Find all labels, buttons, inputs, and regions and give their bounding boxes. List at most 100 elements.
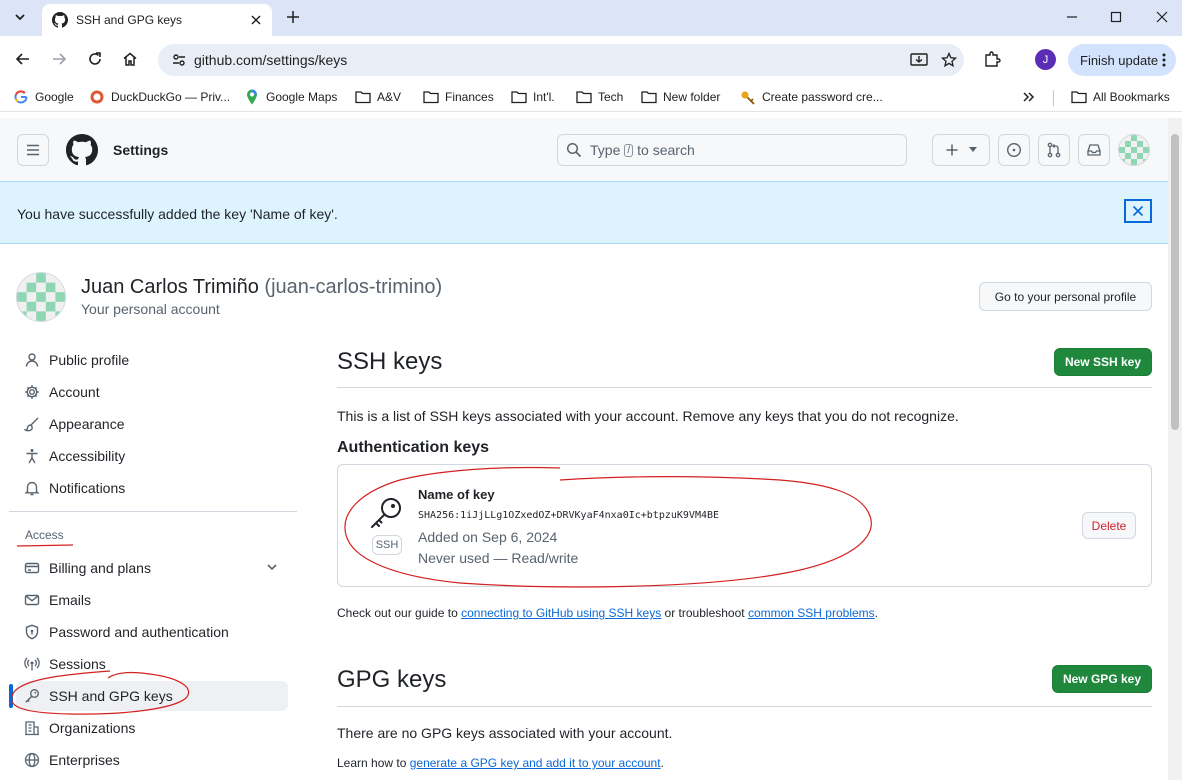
page-scrollbar[interactable] [1168, 118, 1182, 780]
bell-icon [24, 480, 40, 496]
url-text: github.com/settings/keys [194, 52, 348, 68]
bookmark-folder-av[interactable]: A&V [355, 88, 401, 106]
extensions-puzzle-icon[interactable] [980, 47, 1004, 71]
gpg-learn-text: Learn how to generate a GPG key and add … [337, 756, 664, 770]
bookmark-create-password[interactable]: Create password cre... [740, 88, 883, 106]
search-icon [566, 142, 582, 158]
key-title: Name of key [418, 487, 495, 502]
all-bookmarks[interactable]: All Bookmarks [1071, 88, 1170, 106]
sidebar-item-enterprises[interactable]: Enterprises [16, 745, 288, 775]
bookmark-star-icon[interactable] [934, 48, 964, 72]
chevron-down-icon [266, 561, 278, 573]
globe-icon [24, 752, 40, 768]
bookmarks-overflow-chevron-icon[interactable] [1022, 88, 1036, 106]
scrollbar-thumb[interactable] [1171, 134, 1179, 430]
annotation-underline-access [16, 544, 74, 547]
pull-requests-icon[interactable] [1038, 134, 1070, 166]
search-input[interactable]: Type / to search [557, 134, 907, 166]
broadcast-icon [24, 656, 40, 672]
sidebar-item-notifications[interactable]: Notifications [16, 473, 288, 503]
issues-icon[interactable] [998, 134, 1030, 166]
minimize-icon[interactable] [1060, 6, 1084, 28]
sidebar-item-ssh-gpg-keys[interactable]: SSH and GPG keys [16, 681, 288, 711]
google-maps-icon [244, 89, 260, 105]
github-logo-icon[interactable] [66, 134, 98, 166]
key-icon [740, 89, 756, 105]
flash-banner: You have successfully added the key 'Nam… [0, 181, 1168, 244]
forward-arrow-icon[interactable] [47, 47, 71, 71]
folder-icon [355, 89, 371, 105]
new-gpg-key-button[interactable]: New GPG key [1052, 665, 1152, 693]
maximize-icon[interactable] [1104, 6, 1128, 28]
sidebar-item-account[interactable]: Account [16, 377, 288, 407]
inbox-icon[interactable] [1078, 134, 1110, 166]
hamburger-menu-icon[interactable] [17, 134, 49, 166]
folder-icon [641, 89, 657, 105]
bookmark-folder-intl[interactable]: Int'l. [511, 88, 555, 106]
sidebar-item-accessibility[interactable]: Accessibility [16, 441, 288, 471]
home-icon[interactable] [118, 47, 142, 71]
sidebar-active-indicator [9, 684, 13, 708]
reload-icon[interactable] [83, 47, 107, 71]
folder-icon [511, 89, 527, 105]
account-display-name: Juan Carlos Trimiño [81, 276, 259, 298]
bookmark-google-maps[interactable]: Google Maps [244, 88, 337, 106]
plus-icon [945, 143, 959, 157]
ssh-description: This is a list of SSH keys associated wi… [337, 408, 959, 424]
key-usage: Never used — Read/write [418, 550, 579, 566]
duckduckgo-icon [89, 89, 105, 105]
create-new-button[interactable] [932, 134, 990, 166]
back-arrow-icon[interactable] [11, 47, 35, 71]
flash-close-icon[interactable] [1124, 199, 1152, 223]
site-info-icon[interactable] [168, 49, 190, 71]
user-avatar-icon[interactable] [1118, 134, 1150, 166]
sidebar-divider [9, 511, 297, 512]
sidebar-item-public-profile[interactable]: Public profile [16, 345, 288, 375]
browser-toolbar: github.com/settings/keys J Finish update [0, 36, 1182, 82]
more-menu-icon [1162, 52, 1166, 68]
sidebar-item-emails[interactable]: Emails [16, 585, 288, 615]
shield-lock-icon [24, 624, 40, 640]
finish-update-button[interactable]: Finish update [1068, 44, 1176, 76]
sidebar-item-appearance[interactable]: Appearance [16, 409, 288, 439]
delete-key-button[interactable]: Delete [1082, 512, 1136, 539]
bookmark-folder-tech[interactable]: Tech [576, 88, 623, 106]
bookmark-google[interactable]: Google [13, 88, 74, 106]
ssh-key-item: SSH Name of key SHA256:1iJjLLg1OZxedOZ+D… [337, 464, 1152, 587]
chevron-down-icon [969, 147, 977, 153]
browser-tab[interactable]: SSH and GPG keys [42, 4, 272, 36]
flash-message: You have successfully added the key 'Nam… [17, 206, 338, 222]
bookmark-duckduckgo[interactable]: DuckDuckGo — Priv... [89, 88, 230, 106]
gpg-keys-title: GPG keys [337, 666, 447, 693]
google-icon [13, 89, 29, 105]
sidebar-item-billing[interactable]: Billing and plans [16, 553, 288, 583]
go-to-profile-button[interactable]: Go to your personal profile [979, 282, 1152, 311]
new-ssh-key-button[interactable]: New SSH key [1054, 348, 1152, 376]
folder-icon [576, 89, 592, 105]
mail-icon [24, 592, 40, 608]
address-bar[interactable]: github.com/settings/keys [158, 44, 964, 76]
window-close-icon[interactable] [1150, 6, 1174, 28]
sidebar-item-organizations[interactable]: Organizations [16, 713, 288, 743]
tab-search-chevron-icon[interactable] [8, 6, 32, 28]
sidebar-item-password-auth[interactable]: Password and authentication [16, 617, 288, 647]
tab-title: SSH and GPG keys [76, 13, 183, 27]
profile-avatar[interactable]: J [1035, 49, 1056, 70]
gear-icon [24, 384, 40, 400]
credit-card-icon [24, 560, 40, 576]
ssh-guide-link[interactable]: connecting to GitHub using SSH keys [461, 606, 661, 620]
tab-close-icon[interactable] [248, 12, 264, 28]
bookmark-folder-new-folder[interactable]: New folder [641, 88, 720, 106]
gpg-learn-link[interactable]: generate a GPG key and add it to your ac… [410, 756, 661, 770]
install-app-icon[interactable] [904, 48, 934, 72]
search-placeholder-before: Type [590, 142, 621, 158]
header-context-title[interactable]: Settings [113, 142, 168, 158]
finish-update-label: Finish update [1080, 52, 1159, 68]
ssh-problems-link[interactable]: common SSH problems [748, 606, 875, 620]
search-placeholder-after: to search [637, 142, 695, 158]
bookmark-folder-finances[interactable]: Finances [423, 88, 494, 106]
new-tab-plus-icon[interactable] [282, 6, 304, 28]
key-added-date: Added on Sep 6, 2024 [418, 529, 558, 545]
sidebar-item-sessions[interactable]: Sessions [16, 649, 288, 679]
ssh-badge: SSH [372, 535, 402, 555]
